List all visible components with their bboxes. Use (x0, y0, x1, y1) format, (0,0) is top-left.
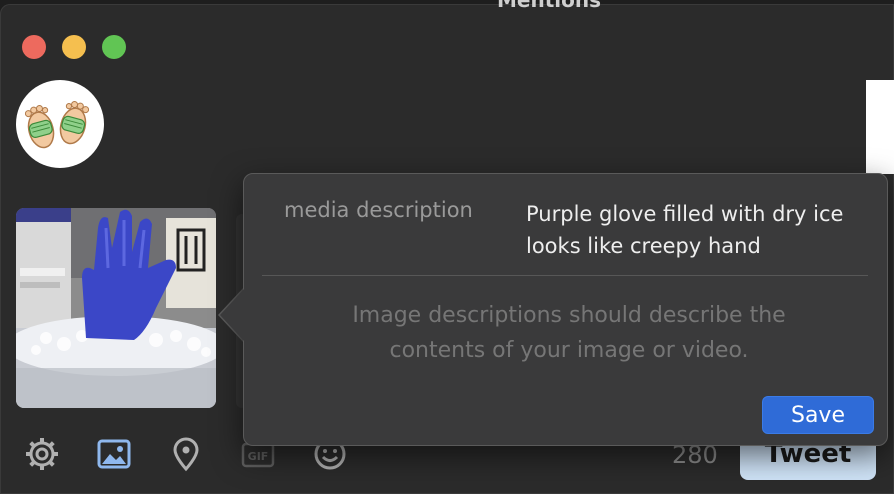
image-icon[interactable] (96, 436, 132, 472)
description-hint: Image descriptions should describe the c… (352, 303, 786, 363)
media-description-label: media description (284, 198, 473, 222)
attached-image-thumbnail[interactable] (16, 208, 216, 408)
divider (262, 275, 868, 276)
media-description-popover: media description Purple glove filled wi… (243, 173, 888, 446)
popover-arrow (220, 289, 244, 341)
close-window-button[interactable] (22, 35, 46, 59)
gear-icon[interactable] (24, 436, 60, 472)
svg-text:GIF: GIF (248, 450, 269, 463)
zoom-window-button[interactable] (102, 35, 126, 59)
background-window-title: Mentions (497, 0, 602, 12)
media-description-field[interactable]: Purple glove filled with dry ice looks l… (526, 198, 856, 262)
location-pin-icon[interactable] (168, 436, 204, 472)
avatar[interactable] (16, 80, 104, 168)
background-panel (866, 80, 894, 174)
minimize-window-button[interactable] (62, 35, 86, 59)
save-button[interactable]: Save (762, 396, 874, 434)
